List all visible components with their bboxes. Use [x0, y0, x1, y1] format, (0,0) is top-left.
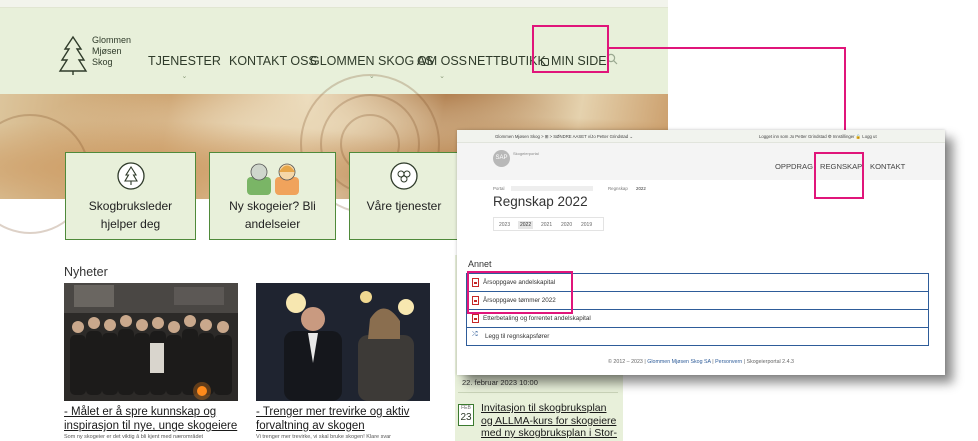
- add-accountant-link[interactable]: Legg til regnskapsfører: [485, 333, 549, 340]
- section-heading-annet: Annet: [468, 259, 492, 269]
- breadcrumb-portal[interactable]: Portal: [493, 186, 504, 191]
- news-image-event-photo[interactable]: [256, 283, 430, 401]
- portal-footer: © 2012 – 2023 | Glommen Mjøsen Skog SA |…: [608, 359, 794, 365]
- portal-context-breadcrumb[interactable]: Glommen Mjøsen Skog > ⊞ > SØNDRE AASET v…: [495, 134, 633, 140]
- footer-link-privacy[interactable]: Personvern: [715, 359, 742, 365]
- portal-screenshot: Glommen Mjøsen Skog > ⊞ > SØNDRE AASET v…: [457, 130, 945, 375]
- regnskap-highlight: [814, 152, 864, 199]
- portal-topbar: Glommen Mjøsen Skog > ⊞ > SØNDRE AASET v…: [457, 130, 945, 143]
- footer-link-company[interactable]: Glommen Mjøsen Skog SA: [647, 359, 711, 365]
- breadcrumb-redacted: [511, 186, 593, 191]
- document-link[interactable]: Etterbetaling og forrentet andelskapital: [483, 315, 591, 322]
- news-heading: Nyheter: [64, 265, 108, 279]
- nav-tjenester[interactable]: TJENESTER ⌄: [148, 54, 221, 80]
- calendar-icon: FEB 23: [458, 404, 474, 426]
- year-selector: 2023 2022 2021 2020 2019: [493, 217, 604, 231]
- chevron-down-icon: ⌄: [181, 73, 188, 80]
- site-logo[interactable]: Glommen Mjøsen Skog: [58, 35, 138, 77]
- card-label: Skogbruksleder hjelper deg: [88, 199, 173, 231]
- tree-icon: [116, 162, 145, 190]
- year-tab[interactable]: 2020: [561, 222, 572, 228]
- nav-glommen-skog-as[interactable]: GLOMMEN SKOG AS ⌄: [310, 54, 434, 80]
- people-icon: [246, 163, 299, 195]
- portal-nav-kontakt[interactable]: KONTAKT: [870, 162, 905, 171]
- news-snippet-2: Vi trenger mer trevirke, vi skal bruke s…: [256, 434, 392, 440]
- page-title: Regnskap 2022: [493, 194, 588, 209]
- shuffle-icon: ⤮: [472, 331, 478, 338]
- tree-logo-icon: [58, 35, 88, 75]
- breadcrumb-regnskap[interactable]: Regnskap: [608, 186, 628, 191]
- card-skogbruksleder[interactable]: Skogbruksleder hjelper deg: [65, 152, 196, 240]
- card-vare-tjenester[interactable]: Våre tjenester: [349, 152, 459, 240]
- year-tab[interactable]: 2023: [499, 222, 510, 228]
- divider: [458, 392, 618, 393]
- year-tab-selected[interactable]: 2022: [518, 221, 534, 229]
- news-title-2[interactable]: - Trenger mer trevirke og aktiv forvaltn…: [256, 405, 434, 433]
- logo-line-1: Glommen: [92, 35, 132, 45]
- news-image-group-photo[interactable]: [64, 283, 238, 401]
- event-month: FEB: [461, 405, 471, 411]
- card-label: Ny skogeier? Bli andelseier: [229, 199, 316, 231]
- logo-text: Glommen Mjøsen Skog: [92, 35, 131, 68]
- card-label: Våre tjenester: [366, 199, 442, 213]
- event-date: 22. februar 2023 10:00: [462, 378, 538, 387]
- year-tab[interactable]: 2021: [541, 222, 552, 228]
- action-row[interactable]: ⤮ Legg til regnskapsfører: [467, 328, 928, 346]
- card-ny-skogeier[interactable]: Ny skogeier? Bli andelseier: [209, 152, 336, 240]
- news-snippet-1: Som ny skogeier er det viktig å bli kjen…: [64, 434, 204, 440]
- year-tab[interactable]: 2019: [581, 222, 592, 228]
- breadcrumb-year: 2022: [636, 186, 646, 191]
- portal-user-links[interactable]: Logget inn som Jo Petter Grindstad ⚙ Inn…: [759, 134, 877, 140]
- logo-line-3: Skog: [92, 57, 113, 67]
- news-title-1[interactable]: - Målet er å spre kunnskap og inspirasjo…: [64, 405, 242, 433]
- portal-logo-caption: Skogeierportal: [513, 151, 539, 156]
- top-strip: [0, 0, 668, 8]
- nav-om-oss[interactable]: OM OSS ⌄: [417, 54, 467, 80]
- log-icon: [390, 162, 418, 190]
- nav-kontakt-oss[interactable]: KONTAKT OSS: [229, 54, 317, 68]
- portal-nav-oppdrag[interactable]: OPPDRAG: [775, 162, 813, 171]
- event-title[interactable]: Invitasjon til skogbruksplan og ALLMA-ku…: [481, 402, 621, 441]
- event-day: 23: [460, 412, 472, 423]
- documents-highlight: [467, 271, 573, 314]
- portal-logo[interactable]: SAP: [493, 150, 510, 167]
- pdf-icon: [472, 314, 479, 323]
- chevron-down-icon: ⌄: [439, 73, 445, 80]
- min-side-highlight: [532, 25, 609, 73]
- logo-line-2: Mjøsen: [92, 46, 122, 56]
